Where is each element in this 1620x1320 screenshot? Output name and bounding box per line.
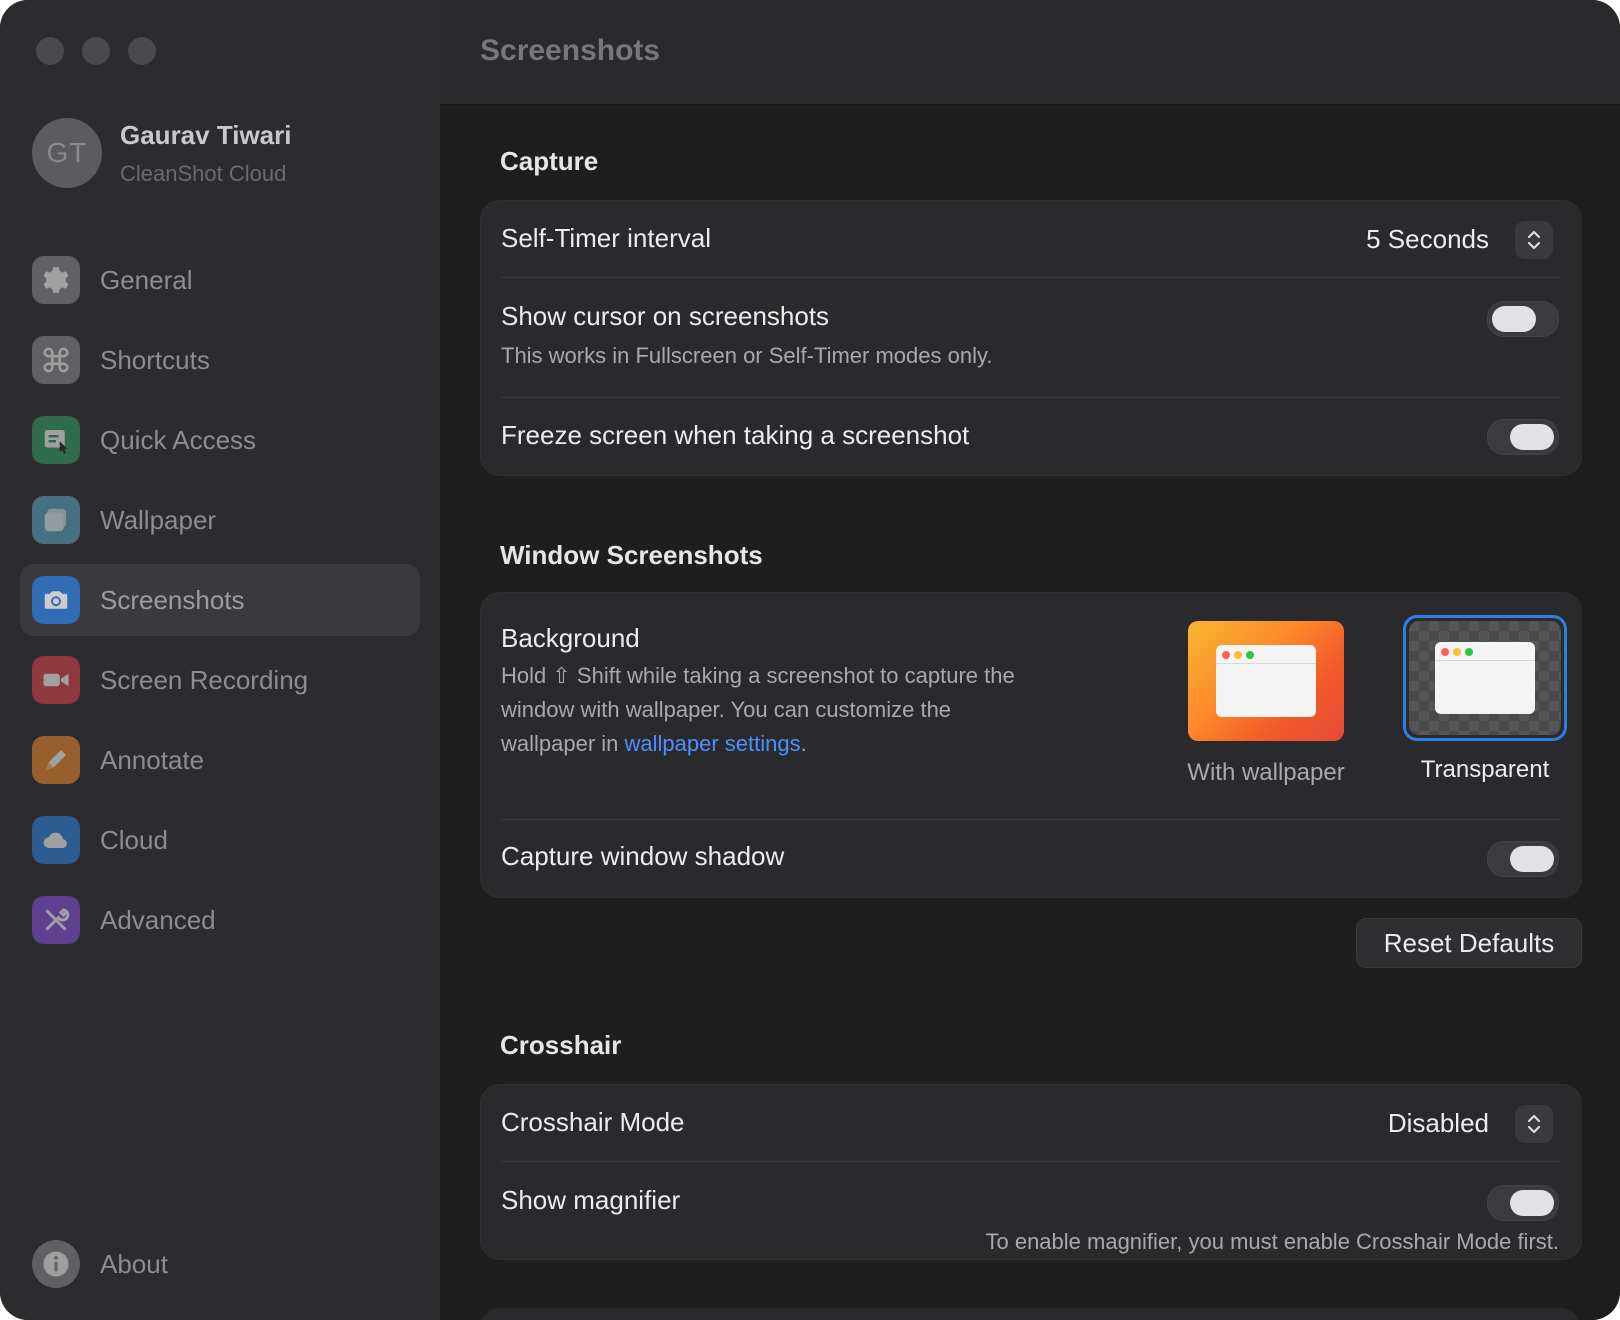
background-description-text: . — [800, 731, 807, 756]
window-preview-icon — [1216, 645, 1316, 717]
quick-access-icon — [32, 416, 80, 464]
gear-icon — [32, 256, 80, 304]
traffic-lights — [36, 37, 156, 65]
wallpaper-icon — [32, 496, 80, 544]
freeze-screen-label: Freeze screen when taking a screenshot — [501, 420, 970, 450]
self-timer-label: Self-Timer interval — [501, 223, 711, 253]
chevron-up-down-icon — [1527, 230, 1541, 250]
background-description-text: wallpaper in — [501, 731, 625, 756]
self-timer-value[interactable]: 5 Seconds — [1366, 224, 1489, 255]
capture-card: Self-Timer interval 5 Seconds Show curso… — [480, 200, 1582, 476]
profile-name: Gaurav Tiwari — [120, 119, 292, 150]
background-option-transparent[interactable]: Transparent — [1399, 615, 1571, 784]
sidebar-item-advanced[interactable]: Advanced — [20, 884, 420, 956]
chevron-up-down-icon — [1527, 1114, 1541, 1134]
transparent-preview-thumbnail — [1409, 621, 1561, 735]
sidebar-item-label: Annotate — [100, 744, 205, 775]
profile[interactable]: GT Gaurav Tiwari CleanShot Cloud — [32, 118, 292, 188]
sidebar-item-label: Quick Access — [100, 424, 257, 455]
command-icon — [32, 336, 80, 384]
sidebar-item-general[interactable]: General — [20, 244, 420, 316]
minimize-window-button[interactable] — [82, 37, 110, 65]
sidebar-item-shortcuts[interactable]: Shortcuts — [20, 324, 420, 396]
section-title-capture: Capture — [500, 146, 599, 176]
crosshair-mode-label: Crosshair Mode — [501, 1107, 685, 1137]
freeze-screen-toggle[interactable] — [1487, 419, 1559, 455]
background-label: Background — [501, 623, 640, 653]
next-section-card — [480, 1308, 1580, 1320]
close-window-button[interactable] — [36, 37, 64, 65]
reset-defaults-button[interactable]: Reset Defaults — [1356, 918, 1582, 968]
camera-icon — [32, 576, 80, 624]
background-description: Hold ⇧ Shift while taking a screenshot t… — [501, 659, 1015, 761]
wallpaper-preview-thumbnail — [1188, 621, 1344, 741]
page-title: Screenshots — [480, 34, 661, 67]
preferences-window: GT Gaurav Tiwari CleanShot Cloud General… — [0, 0, 1620, 1320]
window-shadow-label: Capture window shadow — [501, 841, 785, 871]
section-title-crosshair: Crosshair — [500, 1030, 622, 1060]
divider — [501, 1161, 1561, 1162]
magnifier-note: To enable magnifier, you must enable Cro… — [985, 1229, 1559, 1254]
crosshair-mode-stepper[interactable] — [1515, 1105, 1553, 1143]
sidebar-item-screenshots[interactable]: Screenshots — [20, 564, 420, 636]
window-screenshots-card: Background Hold ⇧ Shift while taking a s… — [480, 592, 1582, 898]
show-cursor-label: Show cursor on screenshots — [501, 301, 830, 331]
self-timer-stepper[interactable] — [1515, 221, 1553, 259]
background-description-line: wallpaper in wallpaper settings. — [501, 727, 1015, 761]
sidebar-item-screen-recording[interactable]: Screen Recording — [20, 644, 420, 716]
sidebar-item-label: Advanced — [100, 904, 216, 935]
show-cursor-toggle[interactable] — [1487, 301, 1559, 337]
divider — [501, 397, 1561, 398]
sidebar-item-label: Shortcuts — [100, 344, 210, 375]
profile-subtitle: CleanShot Cloud — [120, 160, 287, 186]
selected-outline — [1403, 615, 1567, 741]
show-magnifier-toggle[interactable] — [1487, 1185, 1559, 1221]
sidebar-item-label: Cloud — [100, 824, 168, 855]
sidebar-about-section: About — [20, 1228, 420, 1308]
zoom-window-button[interactable] — [128, 37, 156, 65]
background-description-line: window with wallpaper. You can customize… — [501, 697, 952, 722]
video-icon — [32, 656, 80, 704]
sidebar-item-quick-access[interactable]: Quick Access — [20, 404, 420, 476]
window-preview-icon — [1435, 642, 1535, 714]
sidebar-item-label: Screenshots — [100, 584, 245, 615]
background-option-wallpaper[interactable]: With wallpaper — [1186, 621, 1346, 787]
show-magnifier-label: Show magnifier — [501, 1185, 681, 1215]
info-icon — [32, 1240, 80, 1288]
wallpaper-settings-link[interactable]: wallpaper settings — [625, 731, 801, 756]
tools-icon — [32, 896, 80, 944]
sidebar-item-about[interactable]: About — [20, 1228, 420, 1300]
sidebar-nav: General Shortcuts Quick Access Wallpaper — [20, 244, 420, 964]
background-option-label: With wallpaper — [1187, 759, 1345, 786]
pencil-icon — [32, 736, 80, 784]
show-cursor-description: This works in Fullscreen or Self-Timer m… — [501, 343, 993, 368]
background-option-label: Transparent — [1420, 756, 1550, 783]
main-content: Screenshots Capture Self-Timer interval … — [440, 0, 1620, 1320]
sidebar-item-label: General — [100, 264, 193, 295]
window-shadow-toggle[interactable] — [1487, 841, 1559, 877]
sidebar-item-wallpaper[interactable]: Wallpaper — [20, 484, 420, 556]
cloud-icon — [32, 816, 80, 864]
crosshair-card: Crosshair Mode Disabled Show magnifier T… — [480, 1084, 1582, 1260]
section-title-window-screenshots: Window Screenshots — [500, 540, 763, 570]
sidebar-item-cloud[interactable]: Cloud — [20, 804, 420, 876]
sidebar-item-label: Screen Recording — [100, 664, 309, 695]
title-bar: Screenshots — [440, 0, 1620, 105]
sidebar-item-label: Wallpaper — [100, 504, 217, 535]
crosshair-mode-value[interactable]: Disabled — [1388, 1108, 1489, 1139]
avatar: GT — [32, 118, 102, 188]
sidebar: GT Gaurav Tiwari CleanShot Cloud General… — [0, 0, 441, 1320]
sidebar-item-label: About — [100, 1248, 168, 1279]
sidebar-item-annotate[interactable]: Annotate — [20, 724, 420, 796]
divider — [501, 819, 1561, 820]
background-description-line: Hold ⇧ Shift while taking a screenshot t… — [501, 663, 1015, 688]
divider — [501, 277, 1561, 278]
